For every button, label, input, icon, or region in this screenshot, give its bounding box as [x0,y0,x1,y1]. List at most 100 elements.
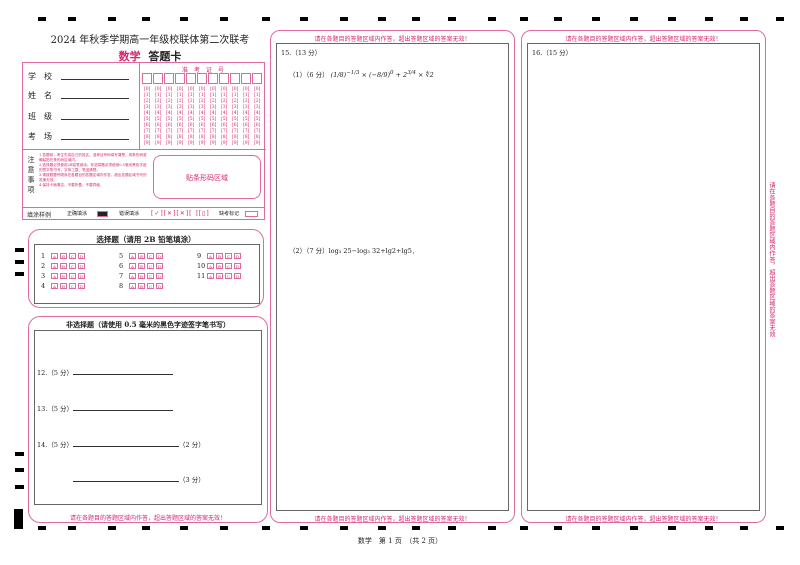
exam-number-box[interactable] [186,73,196,84]
exam-digit-bubble[interactable]: [7] [210,129,216,134]
exam-digit-bubble[interactable]: [5] [177,117,183,122]
q13-line[interactable] [73,410,173,411]
exam-digit-bubble[interactable]: [6] [155,123,161,128]
exam-digit-bubble[interactable]: [5] [155,117,161,122]
q12-line[interactable] [73,374,173,375]
exam-digit-bubble[interactable]: [8] [232,135,238,140]
exam-digit-bubble[interactable]: [6] [210,123,216,128]
choice-bubble-d[interactable]: D [234,263,241,269]
exam-digit-bubble[interactable]: [1] [155,93,161,98]
exam-digit-bubble[interactable]: [6] [177,123,183,128]
exam-digit-bubble[interactable]: [3] [210,105,216,110]
choice-bubble-c[interactable]: C [69,273,76,279]
exam-digit-bubble[interactable]: [2] [155,99,161,104]
exam-digit-bubble[interactable]: [0] [155,87,161,92]
exam-digit-bubble[interactable]: [3] [243,105,249,110]
choice-bubble-d[interactable]: D [156,253,163,259]
exam-digit-bubble[interactable]: [8] [221,135,227,140]
exam-digit-bubble[interactable]: [5] [210,117,216,122]
exam-digit-bubble[interactable]: [7] [221,129,227,134]
exam-digit-bubble[interactable]: [4] [166,111,172,116]
exam-digit-bubble[interactable]: [4] [221,111,227,116]
exam-digit-bubble[interactable]: [9] [166,141,172,146]
exam-digit-bubble[interactable]: [7] [155,129,161,134]
choice-bubble-b[interactable]: B [60,273,67,279]
choice-bubble-d[interactable]: D [156,263,163,269]
choice-bubble-c[interactable]: C [225,253,232,259]
q14-line1[interactable] [73,446,179,447]
exam-digit-bubble[interactable]: [0] [199,87,205,92]
exam-digit-bubble[interactable]: [2] [210,99,216,104]
exam-digit-bubble[interactable]: [3] [254,105,260,110]
exam-number-box[interactable] [208,73,218,84]
choice-bubble-b[interactable]: B [216,263,223,269]
exam-digit-bubble[interactable]: [3] [177,105,183,110]
exam-digit-bubble[interactable]: [7] [232,129,238,134]
exam-digit-bubble[interactable]: [5] [199,117,205,122]
exam-digit-bubble[interactable]: [2] [199,99,205,104]
choice-bubble-b[interactable]: B [138,273,145,279]
choice-bubble-a[interactable]: A [51,273,58,279]
exam-digit-bubble[interactable]: [5] [243,117,249,122]
exam-digit-bubble[interactable]: [6] [144,123,150,128]
choice-bubble-a[interactable]: A [129,263,136,269]
exam-digit-bubble[interactable]: [9] [232,141,238,146]
exam-digit-bubble[interactable]: [2] [232,99,238,104]
class-line[interactable] [61,119,129,120]
choice-bubble-d[interactable]: D [78,273,85,279]
exam-digit-bubble[interactable]: [0] [210,87,216,92]
choice-bubble-c[interactable]: C [69,253,76,259]
choice-bubble-a[interactable]: A [51,263,58,269]
exam-digit-bubble[interactable]: [6] [166,123,172,128]
exam-digit-bubble[interactable]: [3] [166,105,172,110]
choice-bubble-b[interactable]: B [60,263,67,269]
exam-digit-bubble[interactable]: [3] [221,105,227,110]
exam-digit-bubble[interactable]: [0] [166,87,172,92]
exam-digit-bubble[interactable]: [1] [166,93,172,98]
exam-digit-bubble[interactable]: [0] [188,87,194,92]
exam-digit-bubble[interactable]: [2] [144,99,150,104]
choice-bubble-d[interactable]: D [78,253,85,259]
exam-digit-bubble[interactable]: [1] [210,93,216,98]
exam-digit-bubble[interactable]: [1] [254,93,260,98]
exam-digit-bubble[interactable]: [7] [177,129,183,134]
exam-digit-bubble[interactable]: [6] [254,123,260,128]
choice-bubble-d[interactable]: D [234,273,241,279]
school-line[interactable] [61,79,129,80]
choice-bubble-a[interactable]: A [129,273,136,279]
exam-digit-bubble[interactable]: [1] [199,93,205,98]
exam-digit-bubble[interactable]: [4] [144,111,150,116]
room-line[interactable] [61,139,129,140]
exam-digit-bubble[interactable]: [6] [232,123,238,128]
exam-digit-bubble[interactable]: [7] [166,129,172,134]
exam-digit-bubble[interactable]: [4] [210,111,216,116]
choice-bubble-b[interactable]: B [216,273,223,279]
exam-digit-bubble[interactable]: [1] [144,93,150,98]
choice-bubble-a[interactable]: A [129,283,136,289]
exam-digit-bubble[interactable]: [1] [188,93,194,98]
exam-digit-bubble[interactable]: [3] [188,105,194,110]
exam-number-box[interactable] [230,73,240,84]
exam-digit-bubble[interactable]: [8] [155,135,161,140]
exam-digit-bubble[interactable]: [4] [155,111,161,116]
choice-bubble-a[interactable]: A [51,253,58,259]
exam-number-box[interactable] [142,73,152,84]
exam-digit-bubble[interactable]: [5] [221,117,227,122]
exam-digit-bubble[interactable]: [3] [155,105,161,110]
exam-digit-bubble[interactable]: [7] [188,129,194,134]
exam-digit-bubble[interactable]: [5] [254,117,260,122]
choice-bubble-d[interactable]: D [156,283,163,289]
exam-digit-bubble[interactable]: [7] [254,129,260,134]
choice-bubble-a[interactable]: A [51,283,58,289]
exam-digit-bubble[interactable]: [6] [188,123,194,128]
exam-digit-bubble[interactable]: [9] [177,141,183,146]
exam-digit-bubble[interactable]: [2] [166,99,172,104]
exam-digit-bubble[interactable]: [9] [254,141,260,146]
choice-bubble-b[interactable]: B [60,283,67,289]
choice-bubble-c[interactable]: C [147,263,154,269]
exam-digit-bubble[interactable]: [7] [199,129,205,134]
exam-digit-bubble[interactable]: [4] [243,111,249,116]
exam-digit-bubble[interactable]: [8] [188,135,194,140]
exam-number-box[interactable] [153,73,163,84]
exam-digit-bubble[interactable]: [0] [221,87,227,92]
